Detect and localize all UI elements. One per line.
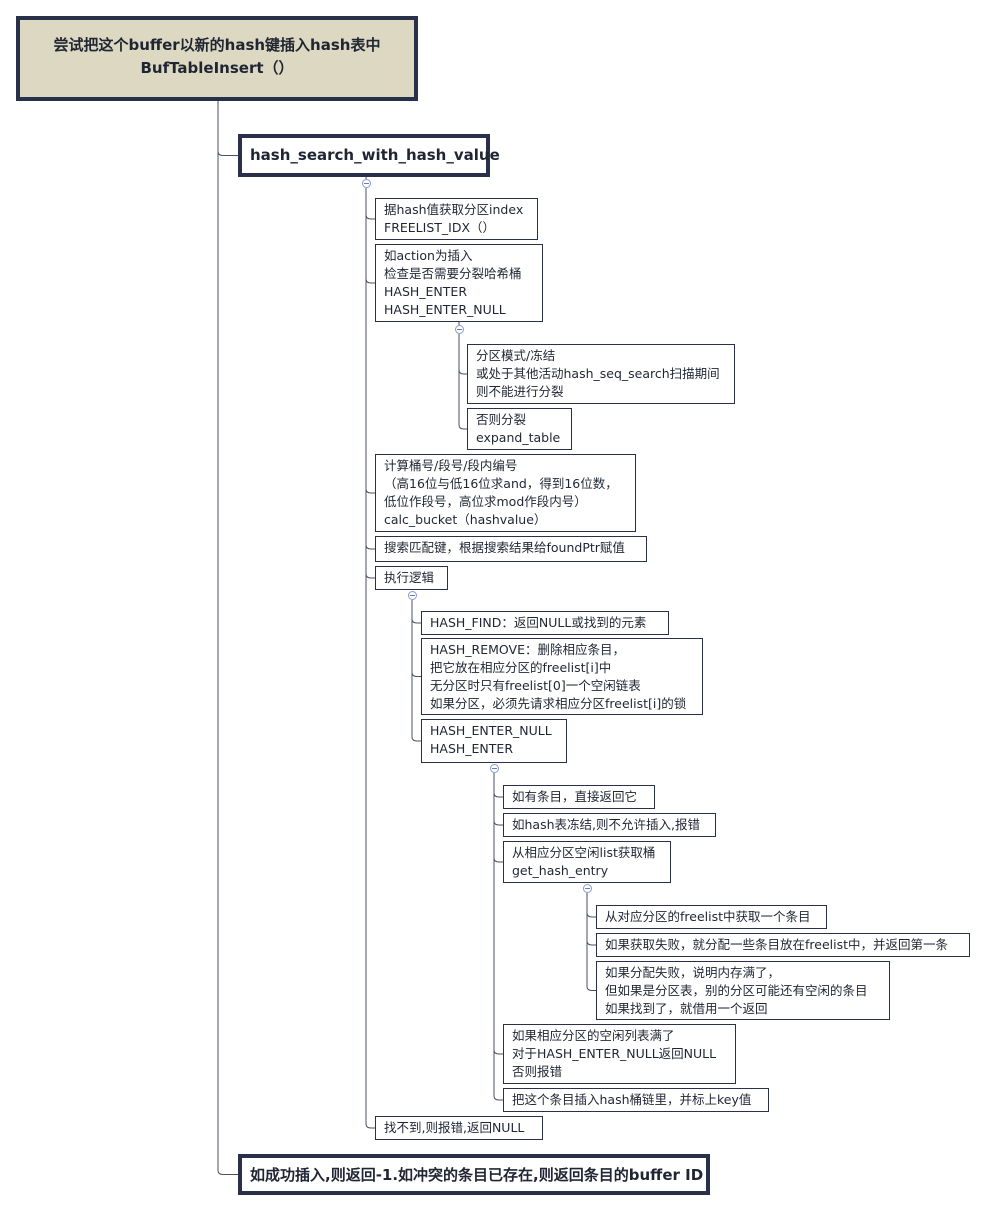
node-text-line: 但如果是分区表，别的分区可能还有空闲的条目 — [605, 983, 868, 998]
node-text-line: BufTableInsert（） — [140, 59, 294, 77]
node-return-existing[interactable]: 如有条目，直接返回它 — [503, 785, 655, 809]
node-text-line: 据hash值获取分区index — [384, 202, 524, 217]
node-text-line: 找不到,则报错,返回NULL — [384, 1120, 525, 1135]
connector — [411, 670, 421, 677]
connector — [493, 819, 503, 826]
connector — [365, 543, 375, 550]
node-expand-table[interactable]: 否则分裂 expand_table — [467, 408, 572, 450]
node-hash-find[interactable]: HASH_FIND：返回NULL或找到的元素 — [421, 611, 669, 635]
node-result[interactable]: 如成功插入,则返回-1.如冲突的条目已存在,则返回条目的buffer ID — [238, 1154, 710, 1195]
node-text-line: 检查是否需要分裂哈希桶 — [384, 266, 522, 281]
node-text-line: HASH_ENTER_NULL — [430, 723, 552, 738]
collapse-toggle-icon[interactable] — [489, 763, 499, 773]
node-text-line: 如果获取失败，就分配一些条目放在freelist中，并返回第一条 — [605, 937, 949, 952]
node-frozen-error[interactable]: 如hash表冻结,则不允许插入,报错 — [503, 813, 716, 837]
node-text-line: 把这个条目插入hash桶链里，并标上key值 — [512, 1092, 752, 1107]
connector — [365, 487, 375, 494]
node-text-line: 如果相应分区的空闲列表满了 — [512, 1028, 675, 1043]
connector — [365, 1122, 375, 1129]
node-text-line: （高16位与低16位求and，得到16位数， — [384, 476, 618, 491]
connector — [365, 572, 375, 579]
connector — [493, 791, 503, 798]
node-text-line: 从对应分区的freelist中获取一个条目 — [605, 909, 811, 924]
node-text-line: 低位作段号，高位求mod作段内号） — [384, 494, 587, 509]
node-text-line: 如成功插入,则返回-1.如冲突的条目已存在,则返回条目的buffer ID — [250, 1166, 704, 1184]
node-text-line: expand_table — [476, 430, 561, 445]
connector — [365, 277, 375, 284]
node-text-line: HASH_REMOVE：删除相应条目， — [430, 642, 625, 657]
node-text-line: 如hash表冻结,则不允许插入,报错 — [512, 817, 700, 832]
connector — [493, 856, 503, 863]
node-text-line: 计算桶号/段号/段内编号 — [384, 458, 518, 473]
node-text-line: 从相应分区空闲list获取桶 — [512, 845, 656, 860]
node-exec-logic[interactable]: 执行逻辑 — [375, 566, 448, 590]
node-text-line: 如action为插入 — [384, 248, 473, 263]
node-text-line: FREELIST_IDX（） — [384, 220, 496, 235]
node-get-hash-entry[interactable]: 从相应分区空闲list获取桶 get_hash_entry — [503, 841, 671, 883]
node-check-split[interactable]: 如action为插入检查是否需要分裂哈希桶 HASH_ENTER HASH_ENTE… — [375, 244, 543, 322]
connector-lines — [217, 101, 596, 1175]
collapse-toggle-icon[interactable] — [454, 324, 464, 334]
node-not-found[interactable]: 找不到,则报错,返回NULL — [375, 1116, 543, 1140]
node-root[interactable]: 尝试把这个buffer以新的hash键插入hash表中 BufTableInser… — [16, 16, 418, 101]
node-text-line: 执行逻辑 — [384, 570, 435, 585]
node-text-line: HASH_ENTER — [430, 741, 514, 756]
node-text-line: 尝试把这个buffer以新的hash键插入hash表中 — [53, 36, 381, 54]
node-insert-chain[interactable]: 把这个条目插入hash桶链里，并标上key值 — [503, 1088, 769, 1112]
node-text-line: 如果分配失败，说明内存满了， — [605, 965, 781, 980]
connector — [586, 939, 596, 946]
connector — [411, 735, 421, 742]
node-no-split[interactable]: 分区模式/冻结或处于其他活动hash_seq_search扫描期间 则不能进行分裂 — [467, 344, 735, 404]
node-text-line: HASH_ENTER_NULL — [384, 302, 506, 317]
node-text-line: calc_bucket（hashvalue） — [384, 512, 547, 527]
connector — [586, 984, 596, 991]
node-text-line: 如有条目，直接返回它 — [512, 789, 638, 804]
connector — [493, 1094, 503, 1101]
node-text-line: 把它放在相应分区的freelist[i]中 — [430, 660, 612, 675]
node-freelist-idx[interactable]: 据hash值获取分区index FREELIST_IDX（） — [375, 198, 538, 240]
connector — [217, 149, 238, 156]
node-borrow-entry[interactable]: 如果分配失败，说明内存满了， 但如果是分区表，别的分区可能还有空闲的条目 如果找到了… — [596, 961, 890, 1020]
node-hash-enter[interactable]: HASH_ENTER_NULL HASH_ENTER — [421, 719, 567, 763]
connector — [217, 1168, 238, 1175]
node-hash-remove[interactable]: HASH_REMOVE：删除相应条目， 把它放在相应分区的freelist[i]中… — [421, 638, 703, 715]
connector — [411, 617, 421, 624]
node-text-line: 否则分裂 — [476, 412, 527, 427]
collapse-toggle-icon[interactable] — [582, 883, 592, 893]
node-text-line: get_hash_entry — [512, 863, 609, 878]
node-take-freelist[interactable]: 从对应分区的freelist中获取一个条目 — [596, 905, 827, 929]
connector — [365, 213, 375, 220]
node-text-line: HASH_FIND：返回NULL或找到的元素 — [430, 615, 647, 630]
node-text-line: 对于HASH_ENTER_NULL返回NULL — [512, 1046, 717, 1061]
node-search-key[interactable]: 搜索匹配键，根据搜索结果给foundPtr赋值 — [375, 536, 647, 562]
node-calc-bucket[interactable]: 计算桶号/段号/段内编号 （高16位与低16位求and，得到16位数， 低位作段号，… — [375, 454, 636, 532]
node-text-line: HASH_ENTER — [384, 284, 468, 299]
collapse-toggle-icon[interactable] — [407, 590, 417, 600]
node-text-line: 则不能进行分裂 — [476, 384, 564, 399]
connector — [493, 1048, 503, 1055]
node-hash-search[interactable]: hash_search_with_hash_value — [238, 134, 500, 177]
connector — [458, 368, 467, 375]
collapse-toggle-icon[interactable] — [361, 178, 371, 188]
node-text-line: hash_search_with_hash_value — [250, 146, 500, 164]
node-text-line: 或处于其他活动hash_seq_search扫描期间 — [476, 366, 720, 381]
node-text-line: 分区模式/冻结 — [476, 348, 556, 363]
node-text-line: 无分区时只有freelist[0]一个空闲链表 — [430, 678, 641, 693]
node-alloc-entries[interactable]: 如果获取失败，就分配一些条目放在freelist中，并返回第一条 — [596, 933, 970, 957]
connector — [458, 423, 467, 430]
node-text-line: 如果找到了，就借用一个返回 — [605, 1001, 768, 1016]
node-text-line: 否则报错 — [512, 1064, 563, 1079]
node-text-line: 如果分区，必须先请求相应分区freelist[i]的锁 — [430, 696, 687, 711]
node-text-line: 搜索匹配键，根据搜索结果给foundPtr赋值 — [384, 540, 625, 555]
connector — [586, 911, 596, 918]
node-freelist-full[interactable]: 如果相应分区的空闲列表满了对于HASH_ENTER_NULL返回NULL 否则报错 — [503, 1024, 736, 1084]
